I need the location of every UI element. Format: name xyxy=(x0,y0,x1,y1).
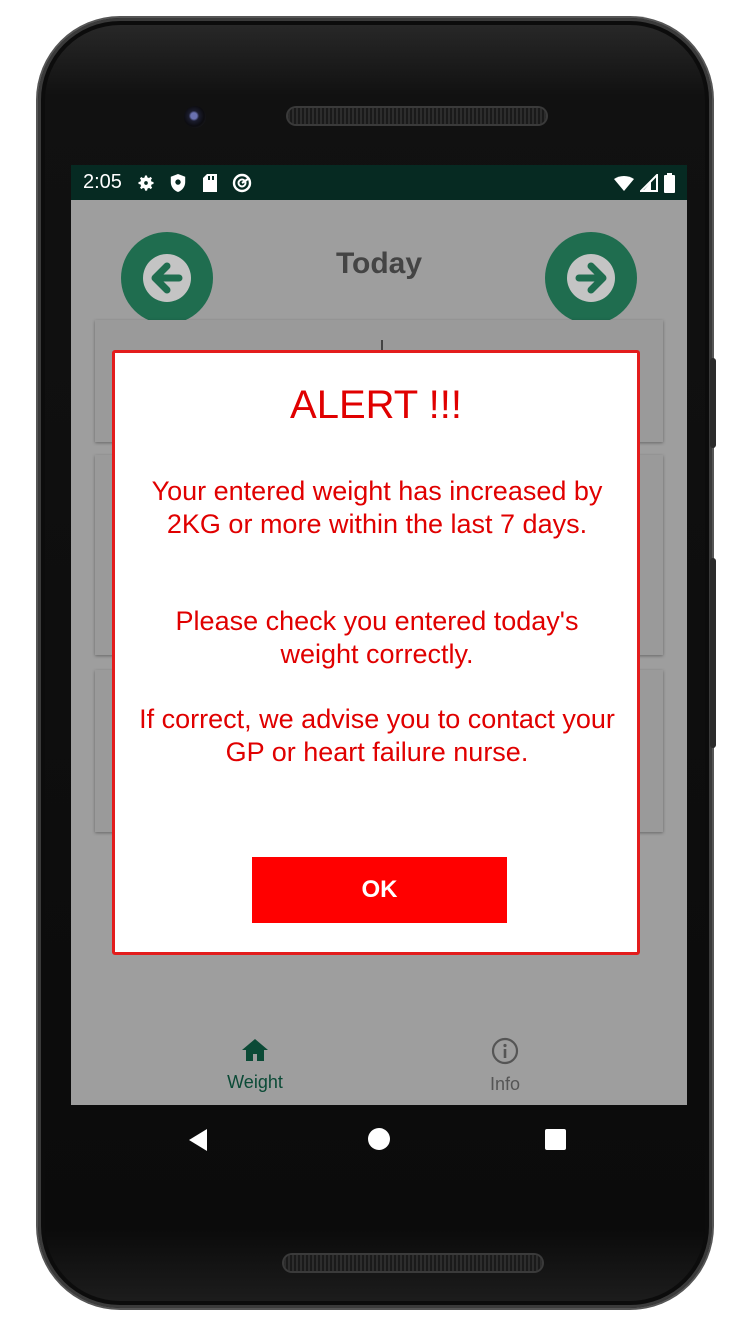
home-circle-icon[interactable] xyxy=(368,1128,390,1150)
status-right xyxy=(614,172,675,199)
dialog-message-weight-increase: Your entered weight has increased by 2KG… xyxy=(151,476,603,539)
bottom-navigation: Weight Info xyxy=(71,1025,687,1105)
nav-item-weight[interactable]: Weight xyxy=(195,1037,315,1093)
alert-dialog: ALERT !!! Your entered weight has increa… xyxy=(112,350,640,955)
nav-label-info: Info xyxy=(489,1074,521,1094)
volume-button xyxy=(710,558,716,748)
power-button xyxy=(710,358,716,448)
app-screen: 2:05 Today Weight Info ALERT !!! Your en… xyxy=(71,165,687,1105)
front-camera xyxy=(184,106,206,128)
nav-item-info[interactable]: Info xyxy=(445,1037,565,1095)
signal-icon xyxy=(638,172,658,198)
gear-icon xyxy=(136,173,156,193)
sync-icon xyxy=(232,173,252,193)
wifi-icon xyxy=(614,175,634,198)
arrow-right-icon xyxy=(567,254,615,302)
top-speaker xyxy=(288,108,546,124)
dialog-message-check-entry: Please check you entered today's weight … xyxy=(175,606,579,669)
next-day-button[interactable] xyxy=(545,232,637,324)
back-icon[interactable] xyxy=(189,1129,207,1151)
status-bar: 2:05 xyxy=(71,165,687,200)
shield-icon xyxy=(168,173,188,193)
nav-label-weight: Weight xyxy=(227,1072,283,1092)
home-icon xyxy=(242,1039,268,1061)
info-icon xyxy=(491,1037,519,1065)
ok-button[interactable]: OK xyxy=(252,857,507,923)
bottom-speaker xyxy=(284,1255,542,1271)
dialog-title: ALERT !!! xyxy=(290,383,462,427)
battery-icon xyxy=(664,173,675,199)
status-time: 2:05 xyxy=(83,171,122,193)
dialog-message-contact-gp: If correct, we advise you to contact you… xyxy=(139,704,615,767)
recent-apps-icon[interactable] xyxy=(545,1129,566,1150)
sd-card-icon xyxy=(200,173,220,193)
system-navigation-bar xyxy=(71,1105,687,1175)
